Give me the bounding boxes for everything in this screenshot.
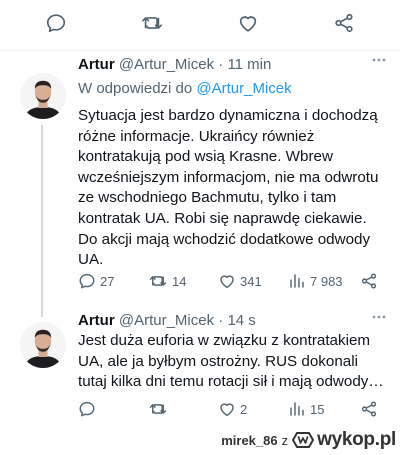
tweet-line: wcześniejszym informacjom, nie ma odwrot… bbox=[78, 168, 379, 186]
tweet-text: Jest duża euforia w związku z kontrataki… bbox=[78, 331, 390, 393]
wykop-logo: wykop.pl bbox=[292, 429, 396, 451]
tweet-header: Artur @Artur_Micek · 14 s bbox=[78, 312, 388, 330]
views-button[interactable]: 7 983 bbox=[288, 272, 343, 290]
avatar[interactable] bbox=[20, 73, 66, 119]
top-action-bar bbox=[0, 0, 400, 46]
tweet[interactable]: Artur @Artur_Micek · 11 min W odpowiedzi… bbox=[0, 51, 400, 313]
tweet-line: Sytuacja jest bardzo dynamiczna i dochod… bbox=[78, 107, 378, 124]
like-button[interactable]: 2 bbox=[218, 400, 247, 418]
wykop-logo-icon bbox=[292, 432, 315, 448]
retweet-count: 14 bbox=[172, 273, 187, 289]
tweet-line: UA, ale ja byłbym ostrożny. RUS dokonali bbox=[78, 352, 358, 370]
tweet[interactable]: Artur @Artur_Micek · 14 s Jest duża eufo… bbox=[0, 301, 400, 431]
like-button[interactable]: 341 bbox=[218, 272, 262, 290]
retweet-icon[interactable] bbox=[132, 3, 172, 43]
author-name[interactable]: Artur bbox=[78, 312, 115, 329]
more-options-icon[interactable] bbox=[372, 53, 386, 67]
author-handle[interactable]: @Artur_Micek bbox=[119, 312, 214, 329]
separator-dot: · bbox=[218, 56, 224, 73]
reply-prefix: W odpowiedzi do bbox=[78, 80, 193, 97]
avatar[interactable] bbox=[20, 322, 66, 368]
tweet-actions: 27 14 341 7 983 bbox=[78, 272, 388, 294]
tweet-line: Jest duża euforia w związku z kontrataki… bbox=[78, 332, 371, 349]
like-icon[interactable] bbox=[228, 3, 268, 43]
views-count: 15 bbox=[310, 401, 325, 417]
tweet-header: Artur @Artur_Micek · 11 min bbox=[78, 56, 388, 74]
tweet-line: Do akcji mają wchodzić dodatkowe odwody bbox=[78, 230, 371, 248]
tweet-line: kontratak UA. Robi się naprawdę ciekawie… bbox=[78, 209, 367, 227]
retweet-button[interactable] bbox=[148, 400, 172, 418]
reply-count: 27 bbox=[100, 273, 115, 289]
tweet-line: UA. bbox=[78, 251, 104, 269]
tweet-text: Sytuacja jest bardzo dynamiczna i dochod… bbox=[78, 106, 390, 271]
more-options-icon[interactable] bbox=[372, 310, 386, 324]
reply-button[interactable]: 27 bbox=[78, 272, 114, 290]
watermark: mirek_86 z wykop.pl bbox=[221, 429, 396, 451]
watermark-site: wykop.pl bbox=[317, 429, 396, 450]
thread-line bbox=[41, 301, 43, 317]
author-handle[interactable]: @Artur_Micek bbox=[119, 56, 214, 73]
share-button[interactable] bbox=[360, 400, 378, 418]
share-icon[interactable] bbox=[324, 3, 364, 43]
tweet-line: tutaj kilka dni temu rotacji sił i mają … bbox=[78, 373, 384, 391]
tweet-line: ze wschodniego Bachmutu, tylko i tam bbox=[78, 189, 337, 207]
views-button[interactable]: 15 bbox=[288, 400, 324, 418]
author-name[interactable]: Artur bbox=[78, 56, 115, 73]
timestamp[interactable]: 14 s bbox=[227, 312, 255, 329]
share-button[interactable] bbox=[360, 272, 378, 290]
tweet-line: różne informacje. Ukraińcy również bbox=[78, 127, 315, 145]
reply-handle-link[interactable]: @Artur_Micek bbox=[196, 80, 291, 97]
reply-button[interactable] bbox=[78, 400, 100, 418]
watermark-user: mirek_86 bbox=[221, 432, 278, 448]
watermark-z: z bbox=[281, 432, 289, 448]
reply-icon[interactable] bbox=[36, 3, 76, 43]
thread-line bbox=[41, 125, 43, 313]
like-count: 2 bbox=[240, 401, 248, 417]
views-count: 7 983 bbox=[310, 273, 343, 289]
reply-context: W odpowiedzi do @Artur_Micek bbox=[78, 80, 292, 98]
timestamp[interactable]: 11 min bbox=[227, 56, 271, 73]
tweet-actions: 2 15 bbox=[78, 400, 388, 422]
like-count: 341 bbox=[240, 273, 262, 289]
retweet-button[interactable]: 14 bbox=[148, 272, 186, 290]
tweet-line: kontratakują pod wsią Krasne. Wbrew bbox=[78, 148, 333, 166]
separator-dot: · bbox=[218, 312, 224, 329]
